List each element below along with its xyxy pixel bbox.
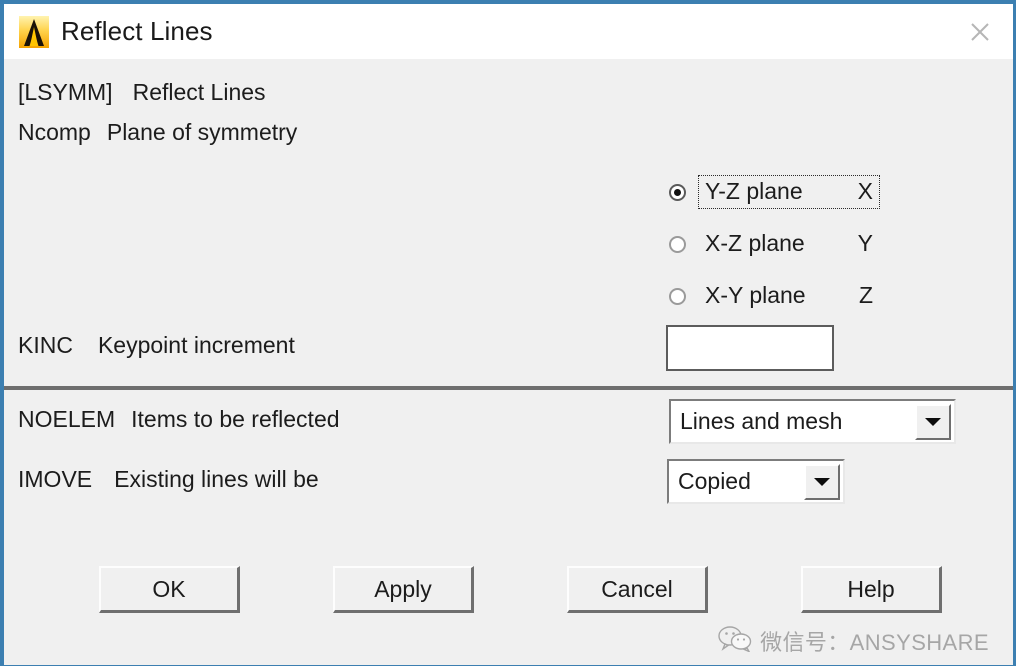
radio-row-xy-plane[interactable]: X-Y plane Z — [669, 270, 880, 322]
imove-caption: IMOVE Existing lines will be — [18, 468, 319, 491]
keypoint-increment-input[interactable] — [666, 325, 834, 371]
imove-code: IMOVE — [18, 466, 93, 492]
radio-label-xz-plane: X-Z plane — [705, 230, 805, 256]
ncomp-desc: Plane of symmetry — [106, 119, 298, 145]
radio-label-yz-plane: Y-Z plane — [705, 178, 803, 204]
noelem-caption: NOELEM Items to be reflected — [18, 408, 340, 431]
cancel-button[interactable]: Cancel — [567, 566, 708, 613]
section-divider — [4, 386, 1013, 390]
plane-of-symmetry-radio-group: Y-Z plane X X-Z plane Y X-Y plane Z — [669, 166, 880, 322]
close-icon[interactable] — [947, 4, 1013, 59]
radio-axis-xz-plane: Y — [857, 230, 873, 256]
existing-lines-value: Copied — [678, 468, 751, 494]
radio-icon-xy-plane[interactable] — [669, 287, 686, 305]
title-bar: Reflect Lines — [4, 4, 1013, 59]
existing-lines-dropdown[interactable]: Copied — [667, 459, 845, 504]
kinc-code: KINC — [18, 332, 73, 358]
ansys-logo-icon — [17, 15, 51, 49]
radio-label-xy-plane: X-Y plane — [705, 282, 806, 308]
reflect-lines-dialog: Reflect Lines [LSYMM] Reflect Lines Ncomp… — [0, 0, 1016, 666]
radio-label-box-yz-plane: Y-Z plane X — [698, 175, 880, 209]
watermark: 微信号：ANSYSHARE — [718, 625, 989, 657]
radio-icon-xz-plane[interactable] — [669, 235, 686, 253]
lsymm-code: [LSYMM] — [18, 79, 113, 105]
radio-axis-xy-plane: Z — [858, 282, 873, 308]
ncomp-code: Ncomp — [18, 119, 91, 145]
radio-row-yz-plane[interactable]: Y-Z plane X — [669, 166, 880, 218]
watermark-text: 微信号：ANSYSHARE — [760, 630, 989, 655]
radio-label-box-xy-plane: X-Y plane Z — [698, 279, 880, 313]
radio-axis-yz-plane: X — [857, 178, 873, 204]
chevron-down-icon[interactable] — [915, 403, 951, 440]
apply-button[interactable]: Apply — [333, 566, 474, 613]
radio-row-xz-plane[interactable]: X-Z plane Y — [669, 218, 880, 270]
ok-button[interactable]: OK — [99, 566, 240, 613]
noelem-desc: Items to be reflected — [131, 406, 340, 432]
window-title: Reflect Lines — [61, 16, 213, 46]
chevron-down-icon[interactable] — [804, 463, 840, 500]
kinc-caption: KINC Keypoint increment — [18, 334, 295, 357]
help-button[interactable]: Help — [801, 566, 942, 613]
noelem-code: NOELEM — [18, 406, 116, 432]
radio-label-box-xz-plane: X-Z plane Y — [698, 227, 880, 261]
items-to-be-reflected-value: Lines and mesh — [680, 408, 843, 434]
items-to-be-reflected-dropdown[interactable]: Lines and mesh — [669, 399, 956, 444]
kinc-desc: Keypoint increment — [97, 332, 295, 358]
imove-desc: Existing lines will be — [114, 466, 319, 492]
wechat-icon — [718, 625, 752, 657]
radio-icon-yz-plane[interactable] — [669, 183, 686, 201]
lsymm-desc: Reflect Lines — [132, 79, 266, 105]
ncomp-caption: Ncomp Plane of symmetry — [18, 121, 297, 144]
lsymm-caption: [LSYMM] Reflect Lines — [18, 81, 266, 104]
dialog-body: [LSYMM] Reflect Lines Ncomp Plane of symme… — [4, 59, 1013, 665]
